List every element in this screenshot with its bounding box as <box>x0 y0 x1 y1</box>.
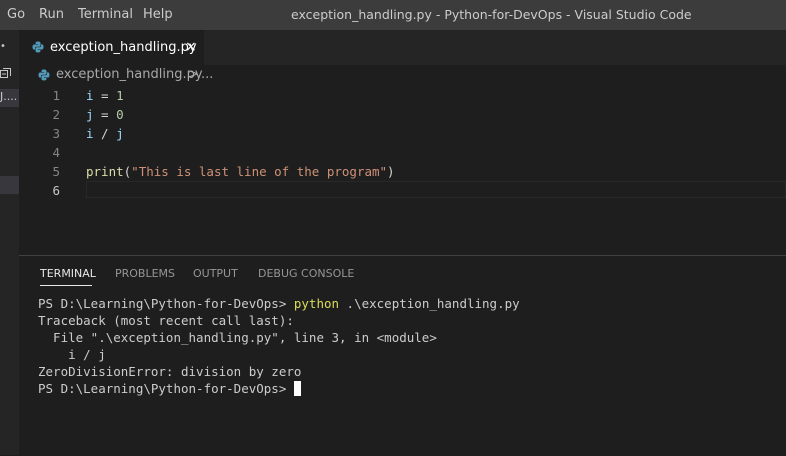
line-number: 3 <box>52 126 60 141</box>
menu-run[interactable]: Run <box>39 0 64 30</box>
code-text: print("This is last line of the program"… <box>86 162 395 181</box>
menu-help[interactable]: Help <box>143 0 173 30</box>
code-text: j = 0 <box>86 105 124 124</box>
tab-terminal[interactable]: TERMINAL <box>40 256 96 292</box>
code-text: i / j <box>86 124 124 143</box>
line-number: 5 <box>52 164 60 179</box>
code-token: ) <box>387 164 395 179</box>
terminal-cursor <box>293 381 301 396</box>
code-token: 0 <box>116 107 124 122</box>
code-token: "This is last line of the program" <box>131 164 388 179</box>
code-token: j <box>116 126 124 141</box>
code-line: 2 j = 0 <box>19 105 786 124</box>
code-line: 6 <box>19 181 786 200</box>
line-number: 1 <box>52 88 60 103</box>
collapse-all-icon[interactable] <box>0 68 11 79</box>
active-tab-indicator <box>40 285 92 286</box>
tab-label: exception_handling.py <box>50 40 197 55</box>
code-line: 5 print("This is last line of the program… <box>19 162 786 181</box>
breadcrumb-symbol[interactable]: ... <box>201 67 213 82</box>
code-text: i = 1 <box>86 86 124 105</box>
code-token: / <box>93 126 117 141</box>
python-icon <box>38 69 50 81</box>
terminal-line: i / j <box>38 347 106 362</box>
code-token: print <box>86 164 124 179</box>
code-token: i <box>86 126 94 141</box>
terminal-prompt: PS D:\Learning\Python-for-DevOps> <box>38 381 294 396</box>
sidebar-item-open-editor[interactable]: J.... <box>0 89 19 107</box>
terminal-line: File ".\exception_handling.py", line 3, … <box>38 330 437 345</box>
editor-tab-bar: exception_handling.py × <box>19 30 786 65</box>
code-line: 3 i / j <box>19 124 786 143</box>
code-token: i <box>86 88 94 103</box>
menu-terminal[interactable]: Terminal <box>78 0 133 30</box>
terminal-args: .\exception_handling.py <box>339 296 520 311</box>
code-line: 4 <box>19 143 786 162</box>
tab-output[interactable]: OUTPUT <box>193 256 238 292</box>
bottom-panel: TERMINAL PROBLEMS OUTPUT DEBUG CONSOLE P… <box>19 255 786 456</box>
chevron-icon[interactable]: • <box>0 41 6 52</box>
close-icon[interactable]: × <box>185 30 197 65</box>
sidebar-item-label: J.... <box>0 90 18 103</box>
tab-exception-handling[interactable]: exception_handling.py × <box>19 30 204 65</box>
terminal-line: ZeroDivisionError: division by zero <box>38 364 302 379</box>
sidebar-item-selected[interactable] <box>0 176 19 194</box>
line-number: 4 <box>52 145 60 160</box>
tab-problems[interactable]: PROBLEMS <box>115 256 175 292</box>
code-token: j <box>86 107 94 122</box>
tab-debug-console[interactable]: DEBUG CONSOLE <box>258 256 354 292</box>
chevron-right-icon: > <box>188 67 199 82</box>
terminal-line: PS D:\Learning\Python-for-DevOps> <box>38 380 786 397</box>
python-icon <box>32 41 44 53</box>
line-number: 6 <box>52 183 60 198</box>
terminal-prompt: PS D:\Learning\Python-for-DevOps> <box>38 296 294 311</box>
code-editor[interactable]: 1i = 12j = 03i / j 4 5 print("This is last … <box>19 85 786 253</box>
code-token: = <box>93 88 117 103</box>
menu-go[interactable]: Go <box>7 0 25 30</box>
code-token: 1 <box>116 88 124 103</box>
breadcrumb: exception_handling.py > ... <box>19 65 786 85</box>
terminal-line: Traceback (most recent call last): <box>38 313 294 328</box>
breadcrumb-file[interactable]: exception_handling.py <box>56 67 203 82</box>
window-title: exception_handling.py - Python-for-DevOp… <box>291 7 692 22</box>
terminal-line: PS D:\Learning\Python-for-DevOps> python… <box>38 295 786 312</box>
explorer-sidebar: • J.... <box>0 30 19 455</box>
title-bar: Go Run Terminal Help exception_handling.… <box>0 0 786 30</box>
terminal-command: python <box>293 296 340 311</box>
code-line: 1i = 1 <box>19 86 786 105</box>
line-number: 2 <box>52 107 60 122</box>
code-token: = <box>93 107 117 122</box>
